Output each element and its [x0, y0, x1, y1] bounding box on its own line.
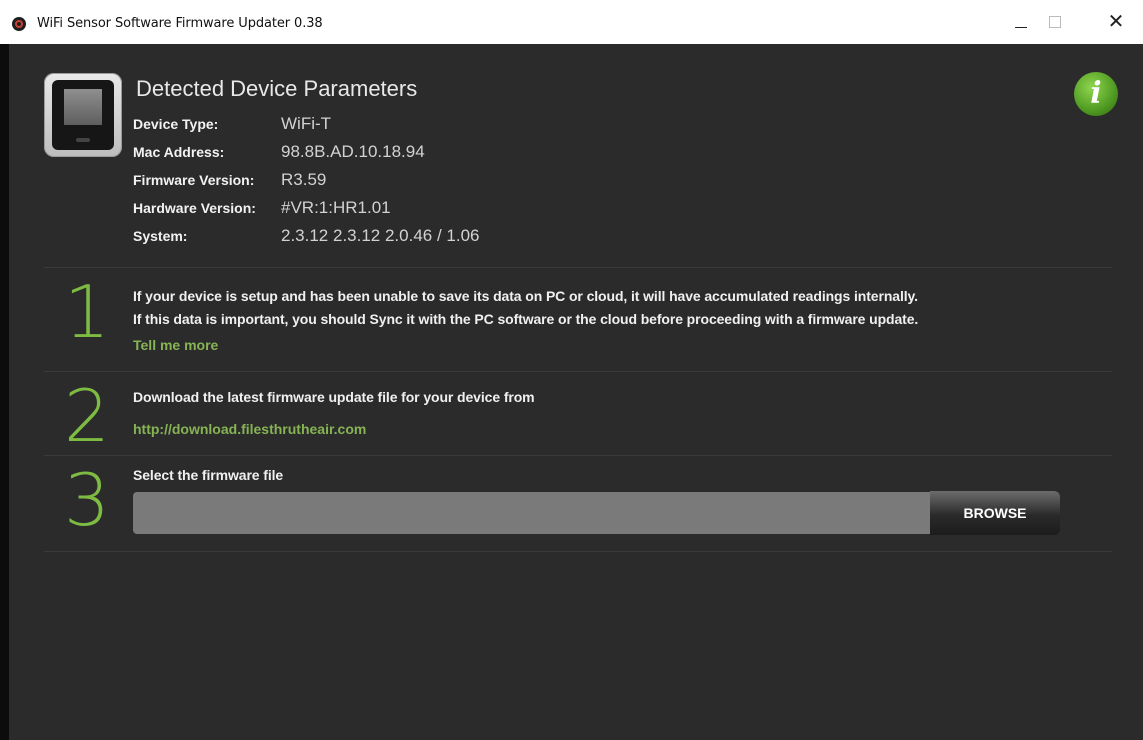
- system-label: System:: [133, 228, 188, 244]
- firmware-version-label: Firmware Version:: [133, 172, 255, 188]
- step-2-text: Download the latest firmware update file…: [133, 389, 535, 405]
- divider: [44, 267, 1112, 268]
- divider: [44, 371, 1112, 372]
- info-icon[interactable]: i: [1074, 72, 1118, 116]
- firmware-version-value: R3.59: [281, 170, 327, 189]
- device-type-label: Device Type:: [133, 116, 219, 132]
- hardware-version-label: Hardware Version:: [133, 200, 256, 216]
- step-1-text-line-1: If your device is setup and has been una…: [133, 288, 918, 304]
- step-2-number: 2: [64, 374, 110, 458]
- hardware-version-value: #VR:1:HR1.01: [281, 198, 391, 217]
- device-parameters-title: Detected Device Parameters: [136, 76, 418, 101]
- system-value: 2.3.12 2.3.12 2.0.46 / 1.06: [281, 226, 480, 245]
- step-1-text-line-2: If this data is important, you should Sy…: [133, 311, 919, 327]
- device-icon: [44, 73, 122, 157]
- app-icon: [12, 17, 26, 31]
- firmware-file-input[interactable]: [133, 492, 931, 534]
- title-bar: WiFi Sensor Software Firmware Updater 0.…: [0, 0, 1143, 44]
- tell-me-more-link[interactable]: Tell me more: [133, 337, 218, 353]
- device-type-value: WiFi-T: [281, 114, 332, 133]
- step-1-number: 1: [64, 270, 110, 354]
- close-button[interactable]: ✕: [1093, 0, 1139, 44]
- divider: [44, 551, 1112, 552]
- mac-address-label: Mac Address:: [133, 144, 225, 160]
- download-link[interactable]: http://download.filesthrutheair.com: [133, 421, 366, 437]
- divider: [44, 455, 1112, 456]
- maximize-button[interactable]: [1036, 0, 1082, 44]
- window-title: WiFi Sensor Software Firmware Updater 0.…: [37, 16, 323, 31]
- device-screen: [52, 80, 114, 150]
- mac-address-value: 98.8B.AD.10.18.94: [281, 142, 425, 161]
- window-edge: [0, 44, 9, 740]
- browse-button[interactable]: BROWSE: [930, 491, 1060, 535]
- step-3-text: Select the firmware file: [133, 467, 284, 483]
- step-3-number: 3: [64, 458, 110, 542]
